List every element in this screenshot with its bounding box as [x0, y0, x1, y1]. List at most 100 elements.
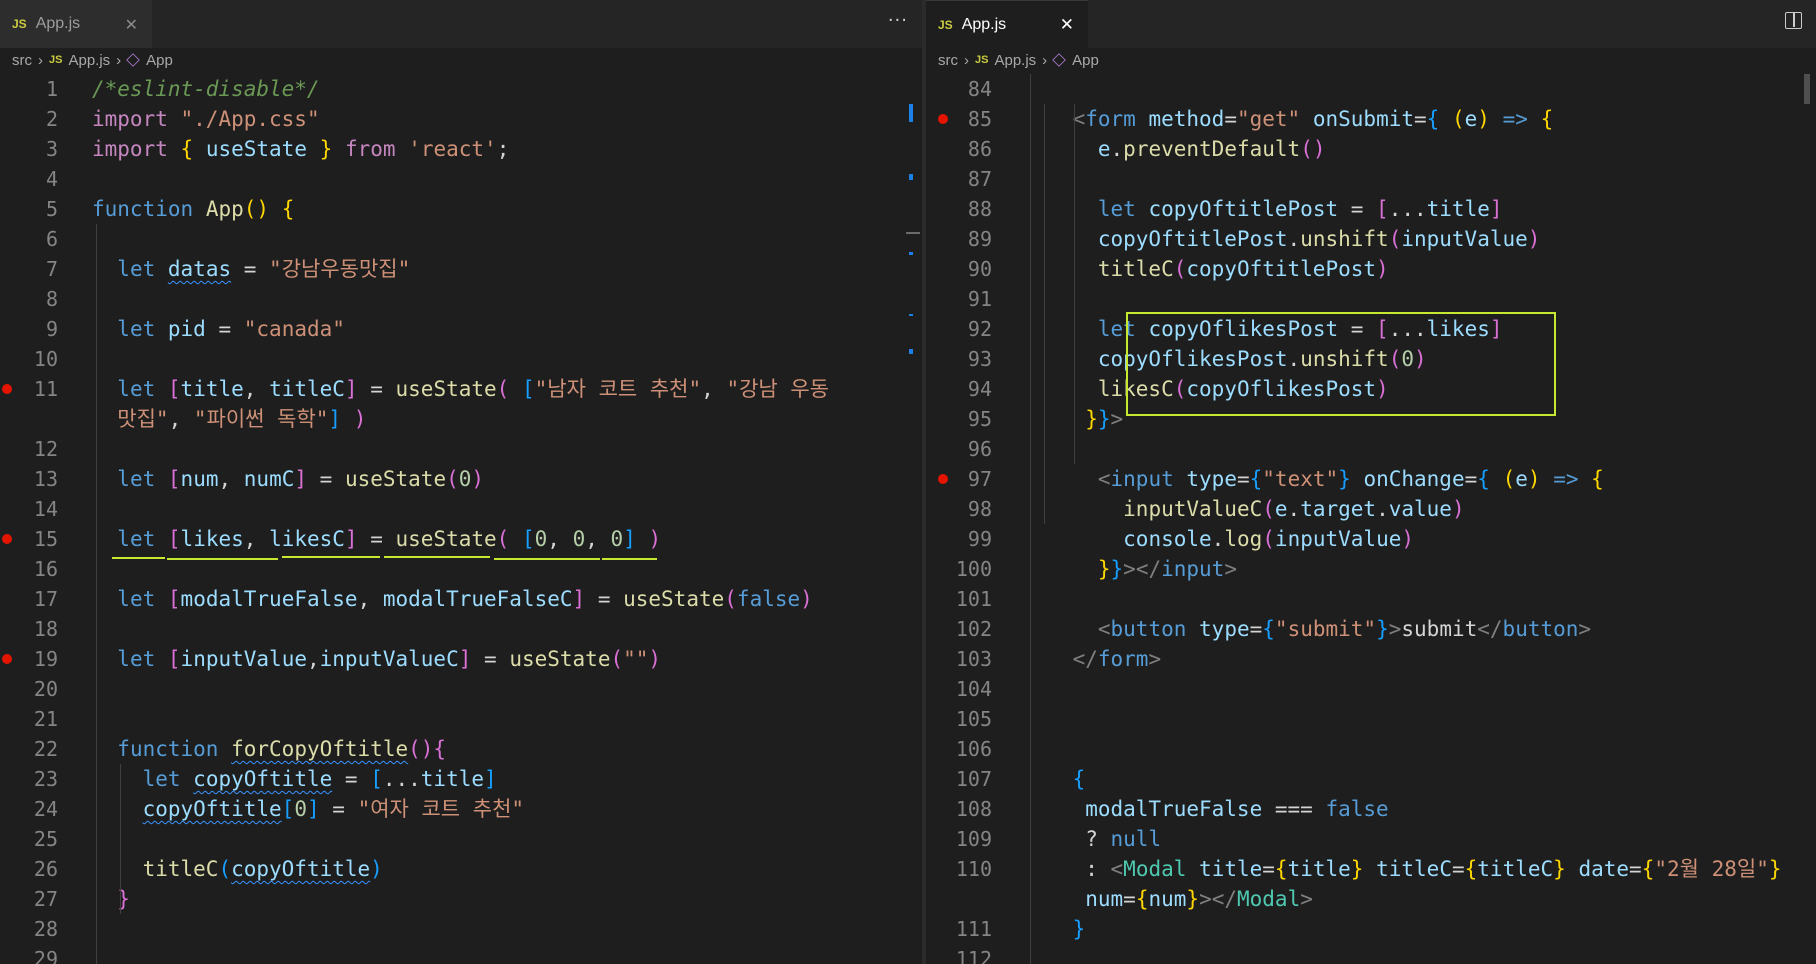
code-line[interactable]: 103 </form> — [926, 644, 1796, 674]
code-editor-left[interactable]: 1 /*eslint-disable*/ 2 import "./App.css" 3 i… — [0, 74, 922, 964]
code-line[interactable]: 27 } — [0, 884, 900, 914]
breadcrumb-folder[interactable]: src — [938, 52, 958, 69]
line-number: 87 — [967, 167, 992, 191]
code-line[interactable]: 96 — [926, 434, 1796, 464]
code-line[interactable]: 12 — [0, 434, 900, 464]
code-line[interactable]: 105 — [926, 704, 1796, 734]
line-number: 8 — [45, 287, 58, 311]
code-editor-right[interactable]: 84 85 <form method="get" onSubmit={ (e) =… — [926, 74, 1816, 964]
code-text: console.log(inputValue) — [1123, 527, 1415, 551]
code-line[interactable]: 86 e.preventDefault() — [926, 134, 1796, 164]
code-line[interactable]: 107 { — [926, 764, 1796, 794]
code-line[interactable]: 112 — [926, 944, 1796, 964]
code-line[interactable]: 106 — [926, 734, 1796, 764]
breadcrumb-symbol[interactable]: App — [146, 52, 173, 69]
code-line[interactable]: 11 let [title, titleC] = useState( ["남자 … — [0, 374, 900, 404]
code-line[interactable]: 100 }}></input> — [926, 554, 1796, 584]
code-line[interactable]: 91 — [926, 284, 1796, 314]
code-line[interactable]: 26 titleC(copyOftitle) — [0, 854, 900, 884]
code-line[interactable]: 104 — [926, 674, 1796, 704]
breadcrumb-file[interactable]: App.js — [68, 52, 110, 69]
tab-app-js-left[interactable]: JS App.js ✕ — [0, 0, 153, 48]
more-actions-button[interactable]: ··· — [888, 10, 908, 31]
code-text: let [likes, likesC] = useState( [0, 0, 0… — [117, 527, 662, 551]
tab-app-js-right[interactable]: JS App.js ✕ — [926, 0, 1088, 49]
breadcrumb-symbol[interactable]: App — [1072, 52, 1099, 69]
indent-guide — [120, 764, 121, 914]
code-text: }}> — [1085, 407, 1124, 431]
code-line[interactable]: 102 <button type={"submit"}>submit</butt… — [926, 614, 1796, 644]
js-file-icon: JS — [12, 17, 27, 31]
code-line[interactable]: 101 — [926, 584, 1796, 614]
code-line[interactable]: 85 <form method="get" onSubmit={ (e) => … — [926, 104, 1796, 134]
breadcrumb-file[interactable]: App.js — [994, 52, 1036, 69]
line-number: 104 — [955, 677, 992, 701]
code-line[interactable]: 99 console.log(inputValue) — [926, 524, 1796, 554]
highlight-underline — [384, 556, 490, 558]
code-line[interactable]: 2 import "./App.css" — [0, 104, 900, 134]
code-text: let copyOftitlePost = [...title] — [1097, 197, 1503, 221]
line-number: 109 — [955, 827, 992, 851]
code-line[interactable]: 89 copyOftitlePost.unshift(inputValue) — [926, 224, 1796, 254]
code-text: } — [1072, 917, 1086, 941]
code-line[interactable]: 22 function forCopyOftitle(){ — [0, 734, 900, 764]
highlight-box — [1126, 312, 1556, 416]
code-line[interactable]: 23 let copyOftitle = [...title] — [0, 764, 900, 794]
code-line[interactable]: 25 — [0, 824, 900, 854]
scrollbar-thumb[interactable] — [906, 232, 920, 234]
code-text: }}></input> — [1097, 557, 1237, 581]
code-line[interactable]: 97 <input type={"text"} onChange={ (e) =… — [926, 464, 1796, 494]
overview-ruler[interactable] — [902, 74, 922, 964]
left-tab-bar: JS App.js ✕ ··· — [0, 0, 922, 48]
code-line[interactable]: 7 let datas = "강남우동맛집" — [0, 254, 900, 284]
code-line[interactable]: 90 titleC(copyOftitlePost) — [926, 254, 1796, 284]
split-editor-icon[interactable] — [1785, 12, 1802, 29]
code-line[interactable]: 17 let [modalTrueFalse, modalTrueFalseC]… — [0, 584, 900, 614]
code-line[interactable]: 109 ? null — [926, 824, 1796, 854]
code-line[interactable]: 20 — [0, 674, 900, 704]
code-line[interactable]: 18 — [0, 614, 900, 644]
code-line[interactable]: 맛집", "파이썬 독학"] ) — [0, 404, 900, 434]
line-number: 9 — [45, 317, 58, 341]
code-line[interactable]: 84 — [926, 74, 1796, 104]
code-line[interactable]: 29 — [0, 944, 900, 964]
line-number — [0, 404, 58, 434]
code-line[interactable]: 5 function App() { — [0, 194, 900, 224]
line-number: 6 — [45, 227, 58, 251]
close-icon[interactable]: ✕ — [125, 15, 138, 34]
line-number: 111 — [955, 917, 992, 941]
code-line[interactable]: num={num}></Modal> — [926, 884, 1796, 914]
code-line[interactable]: 24 copyOftitle[0] = "여자 코트 추천" — [0, 794, 900, 824]
highlight-underline — [112, 557, 165, 559]
indent-guide — [96, 224, 97, 964]
highlight-underline — [282, 556, 380, 558]
scrollbar-thumb[interactable] — [1804, 74, 1810, 104]
breadcrumb-folder[interactable]: src — [12, 52, 32, 69]
code-line[interactable]: 28 — [0, 914, 900, 944]
chevron-right-icon: › — [1042, 51, 1048, 69]
code-line[interactable]: 15 let [likes, likesC] = useState( [0, 0… — [0, 524, 900, 554]
close-icon[interactable]: ✕ — [1060, 15, 1074, 35]
code-line[interactable]: 6 — [0, 224, 900, 254]
code-text: titleC(copyOftitle) — [142, 857, 383, 881]
code-line[interactable]: 87 — [926, 164, 1796, 194]
line-number: 2 — [45, 107, 58, 131]
code-line[interactable]: 110 : <Modal title={title} titleC={title… — [926, 854, 1796, 884]
code-line[interactable]: 10 — [0, 344, 900, 374]
code-line[interactable]: 9 let pid = "canada" — [0, 314, 900, 344]
code-line[interactable]: 88 let copyOftitlePost = [...title] — [926, 194, 1796, 224]
code-line[interactable]: 111 } — [926, 914, 1796, 944]
code-line[interactable]: 1 /*eslint-disable*/ — [0, 74, 900, 104]
code-line[interactable]: 3 import { useState } from 'react'; — [0, 134, 900, 164]
code-line[interactable]: 21 — [0, 704, 900, 734]
line-number: 16 — [33, 557, 58, 581]
line-number: 98 — [967, 497, 992, 521]
code-line[interactable]: 108 modalTrueFalse === false — [926, 794, 1796, 824]
code-line[interactable]: 13 let [num, numC] = useState(0) — [0, 464, 900, 494]
code-line[interactable]: 14 — [0, 494, 900, 524]
code-line[interactable]: 4 — [0, 164, 900, 194]
code-line[interactable]: 98 inputValueC(e.target.value) — [926, 494, 1796, 524]
indent-guide — [1030, 74, 1031, 964]
code-line[interactable]: 19 let [inputValue,inputValueC] = useSta… — [0, 644, 900, 674]
code-line[interactable]: 8 — [0, 284, 900, 314]
